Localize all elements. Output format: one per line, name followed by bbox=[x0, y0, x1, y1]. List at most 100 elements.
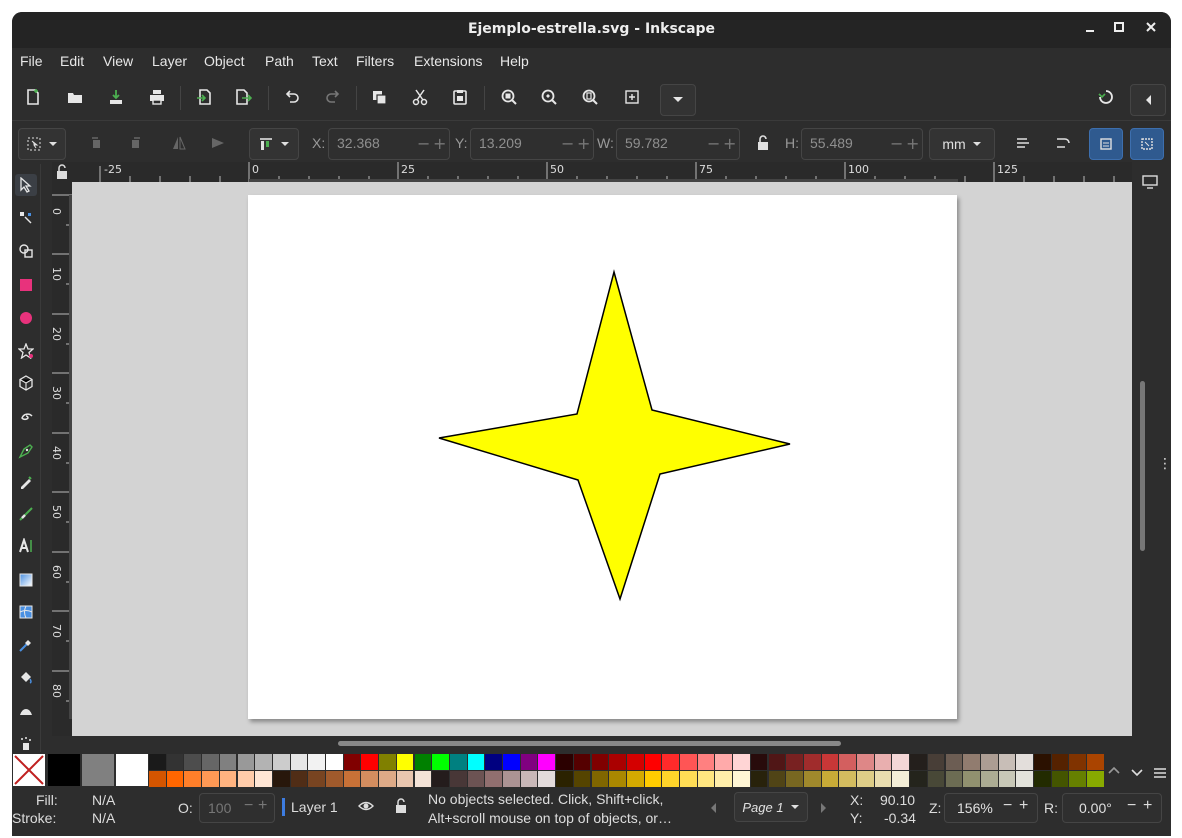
redo-icon[interactable] bbox=[318, 82, 348, 112]
layer-lock-icon[interactable] bbox=[394, 798, 408, 817]
document-page[interactable] bbox=[248, 195, 957, 719]
palette-scroll-down-icon[interactable] bbox=[1131, 762, 1143, 781]
print-icon[interactable] bbox=[142, 82, 172, 112]
calligraphy-tool-icon[interactable] bbox=[15, 503, 37, 525]
maximize-icon[interactable] bbox=[1109, 20, 1129, 40]
stroke-value[interactable]: N/A bbox=[92, 810, 115, 826]
color-swatch[interactable] bbox=[874, 754, 892, 770]
color-swatch[interactable] bbox=[1034, 754, 1051, 770]
vertical-scrollbar[interactable] bbox=[1140, 381, 1145, 551]
color-swatch[interactable] bbox=[520, 754, 538, 770]
color-swatch[interactable] bbox=[166, 771, 184, 787]
rotate-cw-icon[interactable] bbox=[120, 128, 150, 158]
color-swatch[interactable] bbox=[998, 754, 1016, 770]
color-swatch[interactable] bbox=[715, 771, 733, 787]
3d-box-tool-icon[interactable] bbox=[15, 372, 37, 394]
mesh-tool-icon[interactable] bbox=[15, 601, 37, 623]
color-swatch[interactable] bbox=[396, 771, 414, 787]
color-swatch[interactable] bbox=[485, 771, 502, 787]
color-swatch[interactable] bbox=[343, 771, 361, 787]
palette-scroll-up-icon[interactable] bbox=[1108, 762, 1120, 778]
color-swatch[interactable] bbox=[184, 754, 202, 770]
color-swatch[interactable] bbox=[396, 754, 414, 770]
node-tool-icon[interactable] bbox=[15, 207, 37, 229]
color-swatch[interactable] bbox=[768, 771, 786, 787]
dock-handle-icon[interactable]: ⋮ bbox=[1158, 456, 1171, 472]
color-swatch[interactable] bbox=[449, 754, 467, 770]
color-swatch[interactable] bbox=[591, 754, 609, 770]
color-swatch[interactable] bbox=[927, 754, 945, 770]
color-swatch[interactable] bbox=[927, 771, 945, 787]
w-increment[interactable]: + bbox=[723, 134, 736, 153]
zoom-spinbox[interactable]: 156% − + bbox=[944, 793, 1038, 823]
flip-vertical-icon[interactable] bbox=[203, 128, 233, 158]
color-swatch[interactable] bbox=[82, 754, 114, 786]
zoom-drawing-icon[interactable] bbox=[534, 82, 564, 112]
color-swatch[interactable] bbox=[166, 754, 184, 770]
rotation-increment[interactable]: + bbox=[1143, 797, 1152, 815]
color-swatch[interactable] bbox=[48, 754, 80, 786]
color-swatch[interactable] bbox=[290, 754, 308, 770]
tweak-tool-icon[interactable] bbox=[15, 699, 37, 721]
color-swatch[interactable] bbox=[750, 771, 768, 787]
color-swatch[interactable] bbox=[945, 754, 963, 770]
layer-visibility-icon[interactable] bbox=[358, 799, 374, 816]
color-swatch[interactable] bbox=[662, 754, 679, 770]
color-swatch[interactable] bbox=[361, 771, 379, 787]
color-swatch[interactable] bbox=[697, 754, 715, 770]
drawing-canvas[interactable] bbox=[72, 182, 1132, 736]
color-swatch[interactable] bbox=[432, 754, 449, 770]
export-icon[interactable] bbox=[228, 82, 258, 112]
color-swatch[interactable] bbox=[910, 771, 927, 787]
move-patterns-toggle[interactable] bbox=[1130, 128, 1164, 160]
display-icon[interactable] bbox=[1142, 174, 1158, 193]
menu-text[interactable]: Text bbox=[312, 53, 338, 69]
color-swatch[interactable] bbox=[609, 754, 626, 770]
color-swatch[interactable] bbox=[272, 771, 290, 787]
color-swatch[interactable] bbox=[768, 754, 786, 770]
page-selector[interactable]: Page 1 bbox=[734, 792, 808, 822]
horizontal-scrollbar[interactable] bbox=[338, 741, 841, 746]
color-swatch[interactable] bbox=[980, 771, 998, 787]
color-swatch[interactable] bbox=[680, 754, 697, 770]
color-swatch[interactable] bbox=[821, 754, 839, 770]
color-swatch[interactable] bbox=[644, 771, 662, 787]
color-swatch[interactable] bbox=[467, 771, 485, 787]
w-decrement[interactable]: − bbox=[707, 134, 720, 153]
color-swatch[interactable] bbox=[1016, 771, 1033, 787]
gradient-tool-icon[interactable] bbox=[15, 569, 37, 591]
vertical-ruler[interactable]: 0 10 20 30 40 50 60 70 80 bbox=[50, 182, 72, 736]
color-swatch[interactable] bbox=[1051, 771, 1069, 787]
color-swatch[interactable] bbox=[379, 771, 396, 787]
color-swatch[interactable] bbox=[733, 754, 750, 770]
color-swatch[interactable] bbox=[857, 754, 874, 770]
align-dropdown[interactable] bbox=[249, 128, 299, 160]
color-swatch[interactable] bbox=[874, 771, 892, 787]
color-swatch[interactable] bbox=[662, 771, 679, 787]
paint-bucket-tool-icon[interactable] bbox=[15, 666, 37, 688]
color-swatch[interactable] bbox=[449, 771, 467, 787]
next-page-icon[interactable] bbox=[820, 801, 828, 817]
color-swatch[interactable] bbox=[219, 754, 237, 770]
star-shape[interactable] bbox=[438, 269, 791, 602]
text-tool-icon[interactable] bbox=[15, 535, 37, 557]
color-swatch[interactable] bbox=[892, 771, 910, 787]
minimize-icon[interactable] bbox=[1080, 20, 1100, 40]
rotation-spinbox[interactable]: 0.00° − + bbox=[1062, 793, 1162, 823]
no-paint-swatch[interactable] bbox=[13, 754, 45, 786]
color-swatch[interactable] bbox=[343, 754, 361, 770]
color-swatch[interactable] bbox=[556, 771, 573, 787]
previous-page-icon[interactable] bbox=[709, 801, 717, 817]
color-swatch[interactable] bbox=[149, 754, 166, 770]
spiral-tool-icon[interactable] bbox=[15, 405, 37, 427]
color-swatch[interactable] bbox=[609, 771, 626, 787]
horizontal-ruler[interactable]: -25 0 25 50 75 100 125 bbox=[72, 162, 1132, 182]
snap-toggle-icon[interactable] bbox=[1091, 82, 1121, 112]
save-icon[interactable] bbox=[101, 82, 131, 112]
color-swatch[interactable] bbox=[910, 754, 927, 770]
color-swatch[interactable] bbox=[503, 754, 520, 770]
menu-help[interactable]: Help bbox=[500, 53, 529, 69]
color-swatch[interactable] bbox=[573, 754, 591, 770]
color-swatch[interactable] bbox=[786, 771, 803, 787]
menu-filters[interactable]: Filters bbox=[356, 53, 394, 69]
